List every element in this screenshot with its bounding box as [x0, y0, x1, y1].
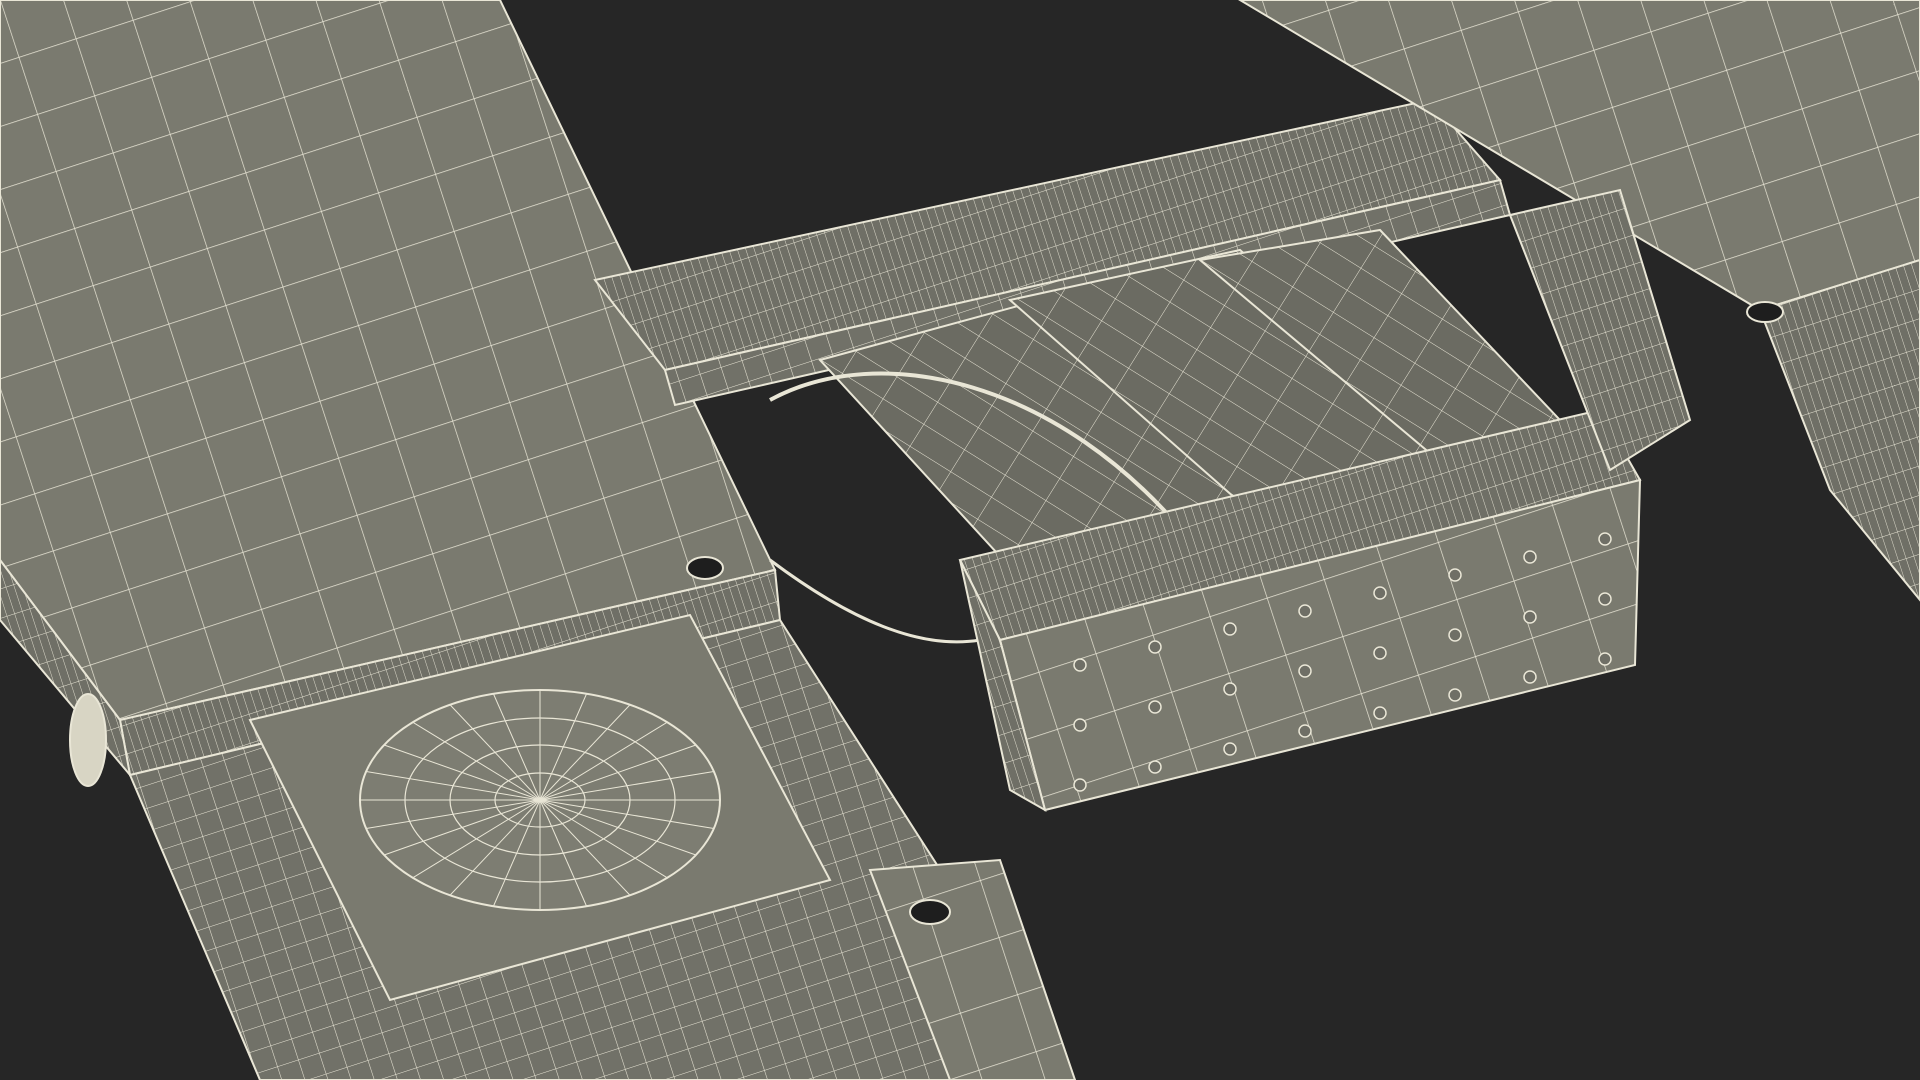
bolt [1448, 688, 1462, 702]
bolt [1373, 646, 1387, 660]
bolt [1223, 682, 1237, 696]
bolt [1073, 718, 1087, 732]
bolt [1598, 652, 1612, 666]
bolt [1073, 778, 1087, 792]
bolt [1148, 640, 1162, 654]
render-viewport [0, 0, 1920, 1080]
bolt [1298, 724, 1312, 738]
bolt [1523, 610, 1537, 624]
turntable-plate [359, 689, 721, 911]
bolt [1223, 742, 1237, 756]
turntable-spokes [360, 690, 720, 910]
bolt [1148, 700, 1162, 714]
bolt [1298, 604, 1312, 618]
bolt [1523, 550, 1537, 564]
bolt [1298, 664, 1312, 678]
bolt [1373, 706, 1387, 720]
bolt [1073, 658, 1087, 672]
bolt [1598, 592, 1612, 606]
bolt [1598, 532, 1612, 546]
bolt [1148, 760, 1162, 774]
wireframe-scene [0, 0, 1920, 1080]
bolt [1373, 586, 1387, 600]
bolt [1523, 670, 1537, 684]
bolt [1448, 568, 1462, 582]
bolt [1448, 628, 1462, 642]
bolt [1223, 622, 1237, 636]
